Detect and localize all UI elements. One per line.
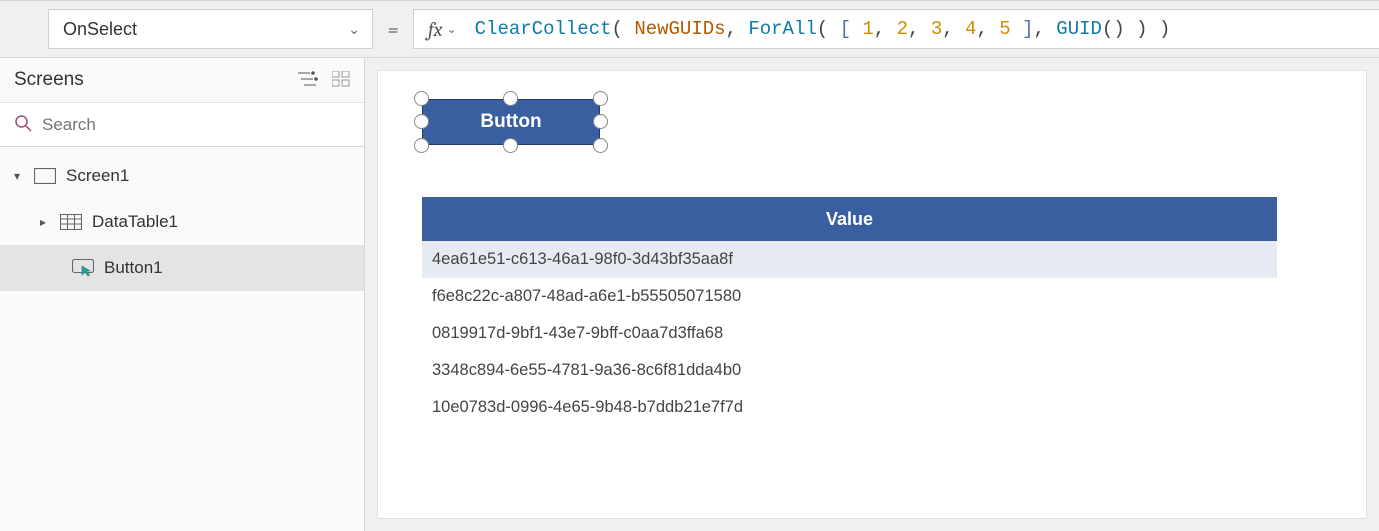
tree-item-label: Screen1 <box>66 166 129 186</box>
table-row[interactable]: 4ea61e51-c613-46a1-98f0-3d43bf35aa8f <box>422 241 1277 278</box>
tree-item-screen1[interactable]: ▾ Screen1 <box>0 153 364 199</box>
tree-view-header-actions <box>298 71 350 90</box>
tree-view-title: Screens <box>14 69 84 91</box>
property-bar: OnSelect ⌄ = fx ⌄ ClearCollect( NewGUIDs… <box>0 0 1379 58</box>
formula-bar[interactable]: fx ⌄ ClearCollect( NewGUIDs, ForAll( [ 1… <box>413 9 1379 49</box>
caret-right-icon[interactable]: ▸ <box>40 215 50 229</box>
resize-handle-bc[interactable] <box>503 138 518 153</box>
button-text: Button <box>480 111 541 133</box>
screen-icon <box>34 168 56 184</box>
resize-handle-mr[interactable] <box>593 114 608 129</box>
property-dropdown[interactable]: OnSelect ⌄ <box>48 9 373 49</box>
caret-down-icon[interactable]: ▾ <box>14 169 24 183</box>
table-row[interactable]: 3348c894-6e55-4781-9a36-8c6f81dda4b0 <box>422 352 1277 389</box>
canvas-area: Button Value 4ea61e51-c613-46a1-98f0-3d4… <box>365 58 1379 531</box>
data-table-icon <box>60 214 82 230</box>
resize-handle-bl[interactable] <box>414 138 429 153</box>
equals-label: = <box>373 18 413 41</box>
screen-canvas[interactable]: Button Value 4ea61e51-c613-46a1-98f0-3d4… <box>377 70 1367 519</box>
tree-item-label: DataTable1 <box>92 212 178 232</box>
property-dropdown-value: OnSelect <box>63 19 137 40</box>
table-row[interactable]: f6e8c22c-a807-48ad-a6e1-b55505071580 <box>422 278 1277 315</box>
resize-handle-ml[interactable] <box>414 114 429 129</box>
resize-handle-tl[interactable] <box>414 91 429 106</box>
list-view-icon[interactable] <box>298 71 318 90</box>
grid-view-icon[interactable] <box>332 71 350 90</box>
table-row[interactable]: 10e0783d-0996-4e65-9b48-b7ddb21e7f7d <box>422 389 1277 426</box>
tree: ▾ Screen1 ▸ DataTable1 Button1 <box>0 147 364 291</box>
search-icon <box>14 114 32 135</box>
search-row[interactable] <box>0 103 364 147</box>
chevron-down-icon: ⌄ <box>348 21 360 38</box>
tree-view-header: Screens <box>0 58 364 103</box>
resize-handle-tc[interactable] <box>503 91 518 106</box>
tree-item-datatable1[interactable]: ▸ DataTable1 <box>0 199 364 245</box>
tree-item-button1[interactable]: Button1 <box>0 245 364 291</box>
resize-handle-br[interactable] <box>593 138 608 153</box>
tree-view-panel: Screens ▾ Screen1 <box>0 58 365 531</box>
lower-region: Screens ▾ Screen1 <box>0 58 1379 531</box>
search-input[interactable] <box>42 115 350 135</box>
fx-icon: fx <box>428 18 443 41</box>
resize-handle-tr[interactable] <box>593 91 608 106</box>
table-row[interactable]: 0819917d-9bf1-43e7-9bff-c0aa7d3ffa68 <box>422 315 1277 352</box>
tree-item-label: Button1 <box>104 258 163 278</box>
column-header-value: Value <box>826 209 873 230</box>
chevron-down-icon[interactable]: ⌄ <box>447 22 457 36</box>
data-table-header[interactable]: Value <box>422 197 1277 241</box>
selected-control-button[interactable]: Button <box>422 99 600 145</box>
formula-text[interactable]: ClearCollect( NewGUIDs, ForAll( [ 1, 2, … <box>475 18 1171 40</box>
data-table-control[interactable]: Value 4ea61e51-c613-46a1-98f0-3d43bf35aa… <box>422 197 1277 426</box>
button-icon <box>72 259 94 277</box>
